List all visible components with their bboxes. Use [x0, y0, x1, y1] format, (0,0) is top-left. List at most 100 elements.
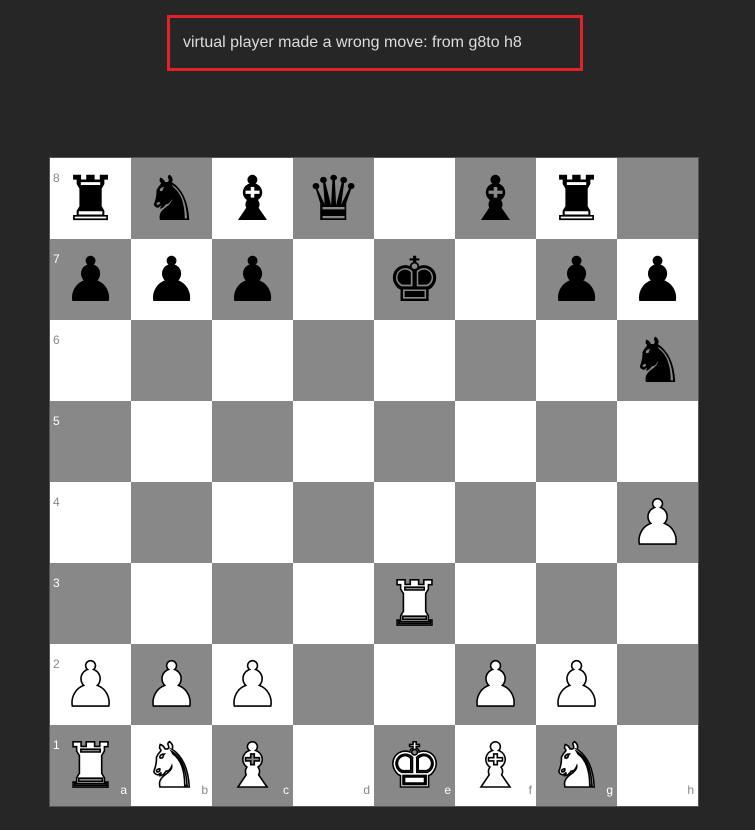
square-b4[interactable] — [131, 482, 212, 563]
square-c5[interactable] — [212, 401, 293, 482]
square-g7[interactable]: ♟ — [536, 239, 617, 320]
square-g4[interactable] — [536, 482, 617, 563]
square-h3[interactable] — [617, 563, 698, 644]
square-h1[interactable]: h — [617, 725, 698, 806]
white-rook-icon[interactable]: ♜ — [50, 725, 131, 806]
square-g8[interactable]: ♜ — [536, 158, 617, 239]
square-d4[interactable] — [293, 482, 374, 563]
square-d7[interactable] — [293, 239, 374, 320]
square-f5[interactable] — [455, 401, 536, 482]
square-c4[interactable] — [212, 482, 293, 563]
square-a2[interactable]: 2 ♟ — [50, 644, 131, 725]
white-pawn-icon[interactable]: ♟ — [131, 644, 212, 725]
square-g2[interactable]: ♟ — [536, 644, 617, 725]
square-d5[interactable] — [293, 401, 374, 482]
square-a8[interactable]: 8 ♜ — [50, 158, 131, 239]
white-king-icon[interactable]: ♚ — [374, 725, 455, 806]
square-c6[interactable] — [212, 320, 293, 401]
rank-label: 5 — [53, 414, 60, 428]
white-bishop-icon[interactable]: ♝ — [455, 725, 536, 806]
square-e7[interactable]: ♚ — [374, 239, 455, 320]
black-pawn-icon[interactable]: ♟ — [617, 239, 698, 320]
square-a5[interactable]: 5 — [50, 401, 131, 482]
square-e8[interactable] — [374, 158, 455, 239]
black-queen-icon[interactable]: ♛ — [293, 158, 374, 239]
square-c7[interactable]: ♟ — [212, 239, 293, 320]
square-h4[interactable]: ♟ — [617, 482, 698, 563]
square-a7[interactable]: 7 ♟ — [50, 239, 131, 320]
square-a4[interactable]: 4 — [50, 482, 131, 563]
square-a1[interactable]: 1 ♜ a — [50, 725, 131, 806]
black-king-icon[interactable]: ♚ — [374, 239, 455, 320]
square-d8[interactable]: ♛ — [293, 158, 374, 239]
square-c1[interactable]: ♝ c — [212, 725, 293, 806]
white-bishop-icon[interactable]: ♝ — [212, 725, 293, 806]
square-c8[interactable]: ♝ — [212, 158, 293, 239]
file-label: f — [528, 783, 532, 797]
black-pawn-icon[interactable]: ♟ — [212, 239, 293, 320]
square-f7[interactable] — [455, 239, 536, 320]
white-pawn-icon[interactable]: ♟ — [536, 644, 617, 725]
white-rook-icon[interactable]: ♜ — [374, 563, 455, 644]
white-pawn-icon[interactable]: ♟ — [50, 644, 131, 725]
square-d1[interactable]: d — [293, 725, 374, 806]
square-b2[interactable]: ♟ — [131, 644, 212, 725]
square-b7[interactable]: ♟ — [131, 239, 212, 320]
square-b1[interactable]: ♞ b — [131, 725, 212, 806]
square-h5[interactable] — [617, 401, 698, 482]
square-e4[interactable] — [374, 482, 455, 563]
square-h6[interactable]: ♞ — [617, 320, 698, 401]
square-h7[interactable]: ♟ — [617, 239, 698, 320]
square-f8[interactable]: ♝ — [455, 158, 536, 239]
rank-label: 3 — [53, 576, 60, 590]
square-e5[interactable] — [374, 401, 455, 482]
white-pawn-icon[interactable]: ♟ — [212, 644, 293, 725]
square-a6[interactable]: 6 — [50, 320, 131, 401]
square-f4[interactable] — [455, 482, 536, 563]
square-f6[interactable] — [455, 320, 536, 401]
black-bishop-icon[interactable]: ♝ — [455, 158, 536, 239]
black-knight-icon[interactable]: ♞ — [131, 158, 212, 239]
square-b8[interactable]: ♞ — [131, 158, 212, 239]
black-rook-icon[interactable]: ♜ — [50, 158, 131, 239]
white-pawn-icon[interactable]: ♟ — [617, 482, 698, 563]
file-label: d — [363, 783, 370, 797]
square-h2[interactable] — [617, 644, 698, 725]
square-e2[interactable] — [374, 644, 455, 725]
black-pawn-icon[interactable]: ♟ — [50, 239, 131, 320]
white-pawn-icon[interactable]: ♟ — [455, 644, 536, 725]
square-a3[interactable]: 3 — [50, 563, 131, 644]
square-e6[interactable] — [374, 320, 455, 401]
square-f1[interactable]: ♝ f — [455, 725, 536, 806]
wrong-move-message: virtual player made a wrong move: from g… — [167, 15, 583, 71]
message-text: virtual player made a wrong move: from g… — [183, 34, 522, 51]
square-h8[interactable] — [617, 158, 698, 239]
square-g6[interactable] — [536, 320, 617, 401]
square-g5[interactable] — [536, 401, 617, 482]
square-f2[interactable]: ♟ — [455, 644, 536, 725]
chess-board[interactable]: 8 ♜ ♞ ♝ ♛ ♝ ♜ 7 ♟ ♟ ♟ ♚ ♟ ♟ 6 ♞ 5 4 ♟ 3 ♜ 2 ♟ ♟ ♟ ♟ ♟ 1 ♜ a ♞ b ♝ c d ♚ e ♝ f ♞… — [49, 157, 699, 807]
black-pawn-icon[interactable]: ♟ — [131, 239, 212, 320]
square-g3[interactable] — [536, 563, 617, 644]
white-knight-icon[interactable]: ♞ — [536, 725, 617, 806]
white-knight-icon[interactable]: ♞ — [131, 725, 212, 806]
black-bishop-icon[interactable]: ♝ — [212, 158, 293, 239]
square-b3[interactable] — [131, 563, 212, 644]
black-knight-icon[interactable]: ♞ — [617, 320, 698, 401]
square-d6[interactable] — [293, 320, 374, 401]
file-label: h — [687, 783, 694, 797]
black-pawn-icon[interactable]: ♟ — [536, 239, 617, 320]
square-e1[interactable]: ♚ e — [374, 725, 455, 806]
black-rook-icon[interactable]: ♜ — [536, 158, 617, 239]
file-label: e — [444, 783, 451, 797]
rank-label: 4 — [53, 495, 60, 509]
square-c2[interactable]: ♟ — [212, 644, 293, 725]
square-b5[interactable] — [131, 401, 212, 482]
square-e3[interactable]: ♜ — [374, 563, 455, 644]
square-d2[interactable] — [293, 644, 374, 725]
square-g1[interactable]: ♞ g — [536, 725, 617, 806]
square-b6[interactable] — [131, 320, 212, 401]
square-f3[interactable] — [455, 563, 536, 644]
square-c3[interactable] — [212, 563, 293, 644]
square-d3[interactable] — [293, 563, 374, 644]
